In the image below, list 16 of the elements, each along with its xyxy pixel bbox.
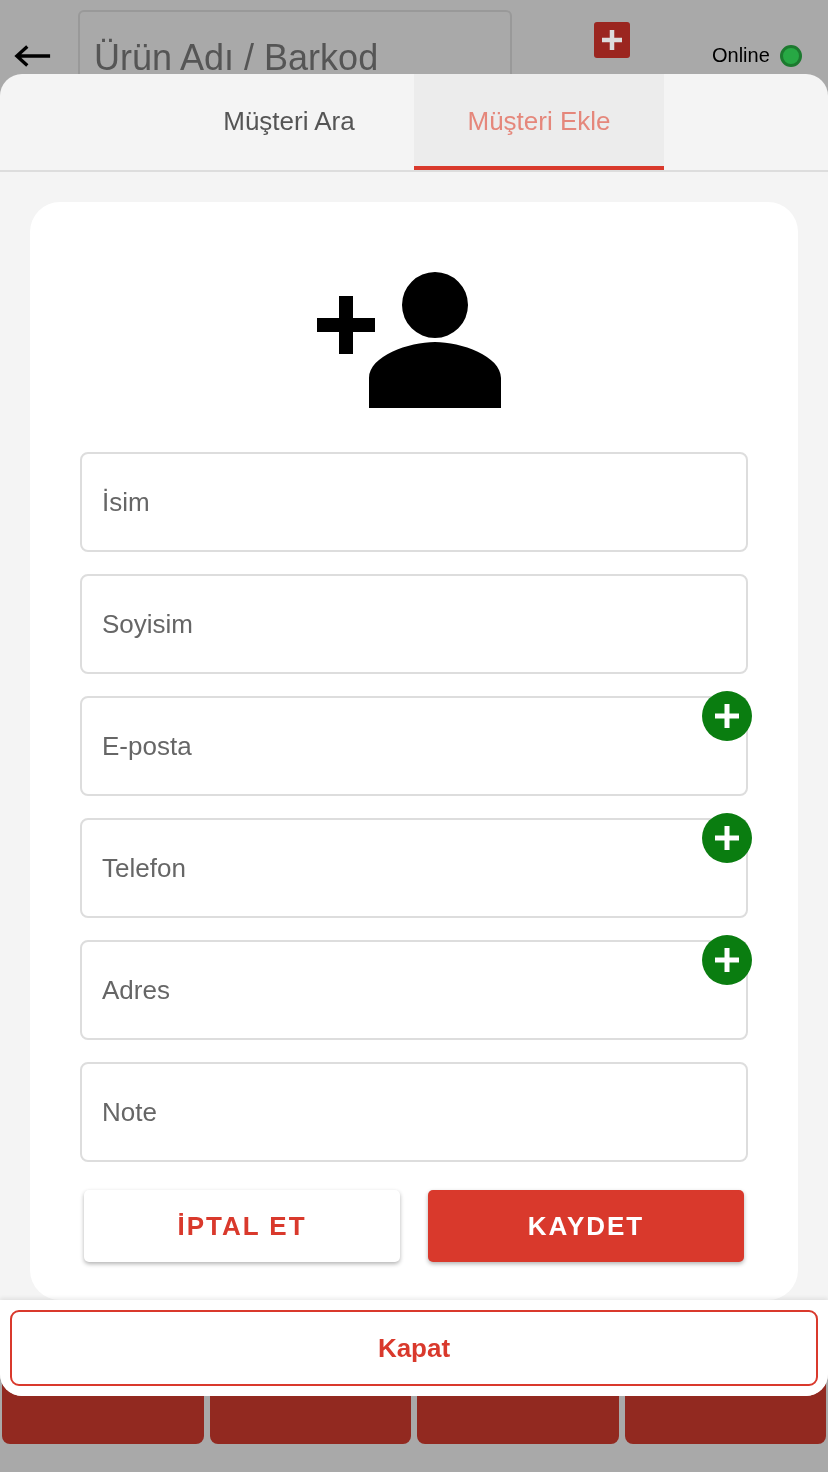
- add-icon[interactable]: [702, 691, 752, 741]
- input-field[interactable]: Adres: [80, 940, 748, 1040]
- cancel-button[interactable]: İPTAL ET: [84, 1190, 400, 1262]
- input-field[interactable]: Note: [80, 1062, 748, 1162]
- close-button[interactable]: Kapat: [10, 1310, 818, 1386]
- add-icon[interactable]: [702, 935, 752, 985]
- input-field[interactable]: E-posta: [80, 696, 748, 796]
- save-button[interactable]: KAYDET: [428, 1190, 744, 1262]
- back-arrow-icon[interactable]: [14, 44, 52, 68]
- add-icon[interactable]: [594, 22, 630, 58]
- input-field[interactable]: Soyisim: [80, 574, 748, 674]
- input-field[interactable]: Telefon: [80, 818, 748, 918]
- add-person-icon: [317, 272, 503, 408]
- status-label: Online: [712, 44, 770, 67]
- input-field[interactable]: İsim: [80, 452, 748, 552]
- add-icon[interactable]: [702, 813, 752, 863]
